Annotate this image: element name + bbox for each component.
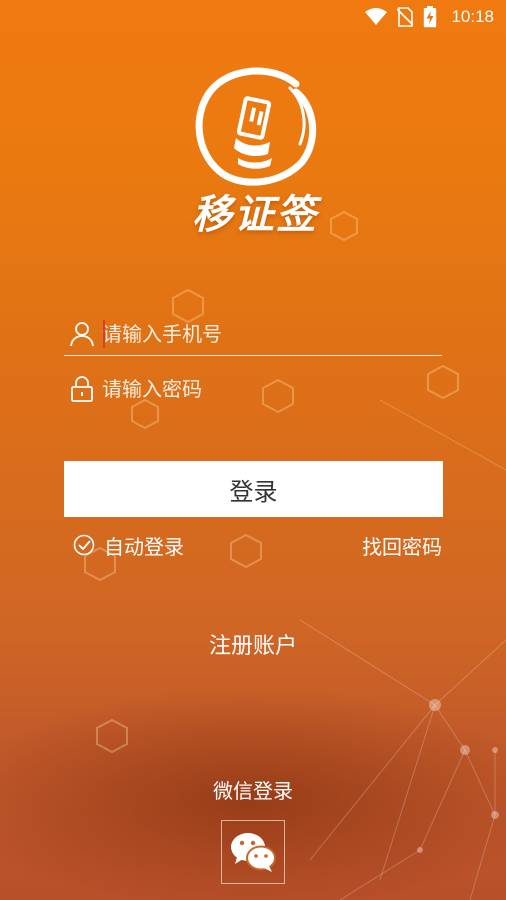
wifi-icon	[365, 8, 388, 25]
password-field[interactable]	[64, 369, 442, 409]
auto-login-label: 自动登录	[104, 534, 184, 559]
wechat-login-label: 微信登录	[213, 779, 293, 803]
user-icon	[68, 320, 96, 348]
text-cursor	[103, 320, 105, 348]
phone-input[interactable]	[102, 322, 442, 346]
login-button[interactable]: 登录	[64, 461, 443, 517]
register-link[interactable]: 注册账户	[209, 634, 297, 659]
find-password-link[interactable]: 找回密码	[362, 530, 442, 560]
wechat-icon	[231, 833, 276, 872]
password-input[interactable]	[102, 377, 442, 401]
status-bar: 10:18	[0, 0, 506, 34]
register-area: 注册账户	[0, 628, 506, 660]
battery-charging-icon	[424, 6, 437, 28]
phone-field[interactable]	[64, 313, 442, 356]
auto-login-toggle[interactable]: 自动登录	[72, 530, 184, 560]
wechat-login-button[interactable]	[221, 820, 285, 884]
app-logo-text: 移证签	[192, 191, 318, 238]
check-circle-icon	[73, 534, 95, 556]
no-sim-icon	[397, 7, 414, 27]
lock-icon	[68, 375, 96, 403]
status-time: 10:18	[451, 7, 494, 26]
